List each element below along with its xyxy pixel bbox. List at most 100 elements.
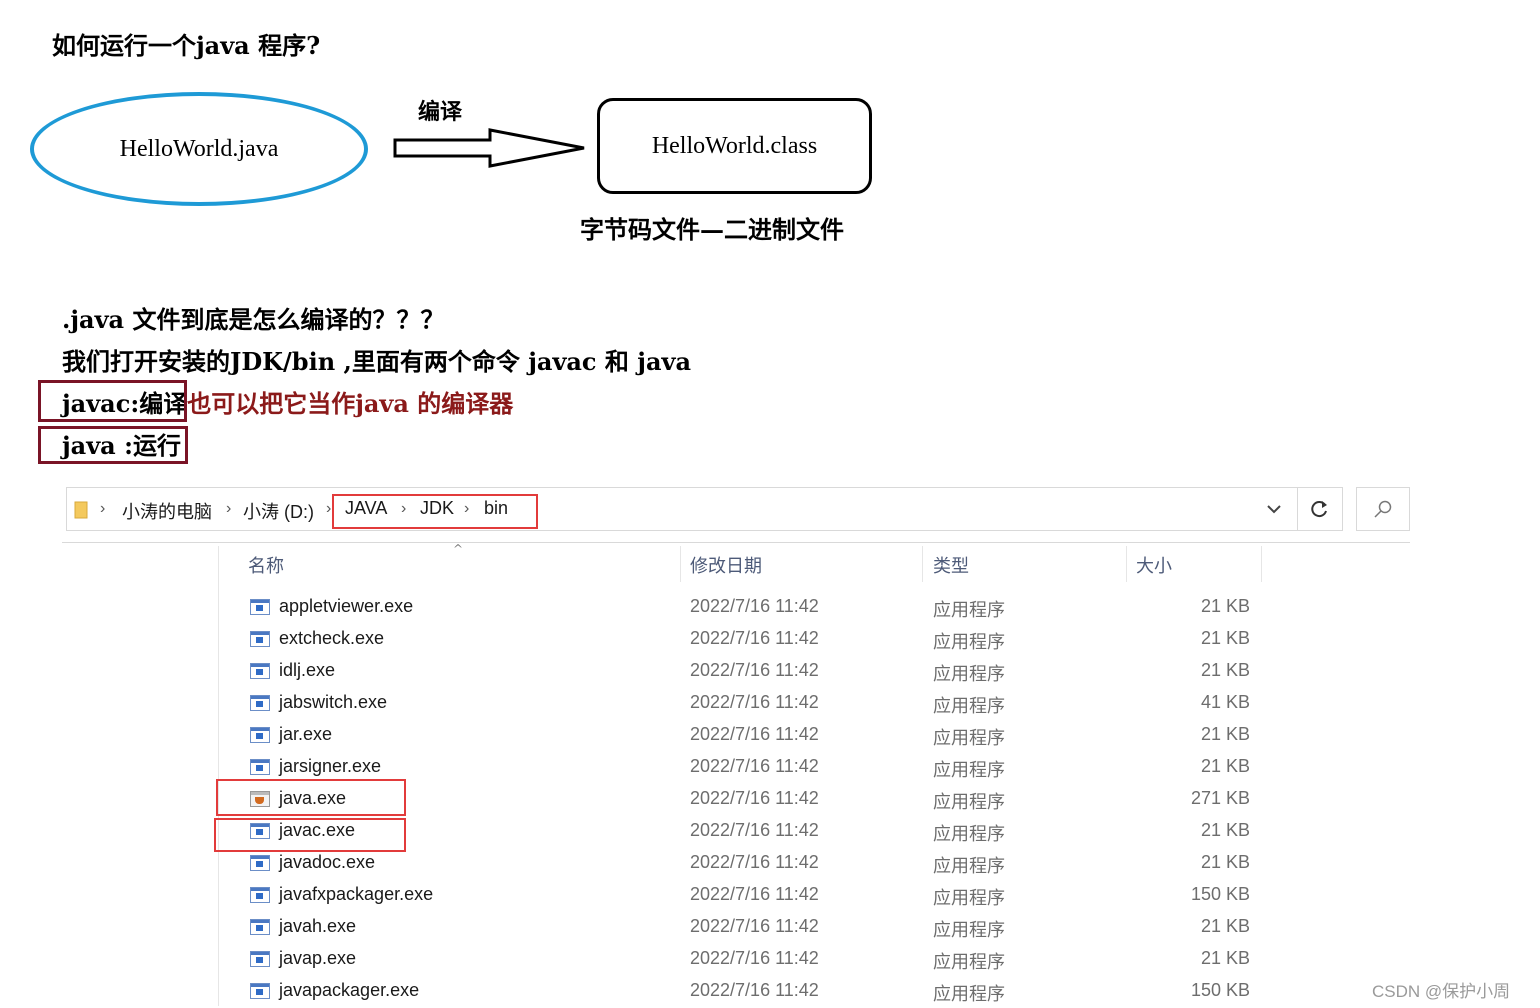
java-label-frame (38, 426, 188, 464)
page-title: 如何运行一个java 程序? (52, 31, 321, 60)
source-file-label: HelloWorld.java (119, 136, 279, 162)
file-date: 2022/7/16 11:42 (690, 660, 819, 680)
file-type: 应用程序 (933, 760, 1005, 780)
breadcrumb-this-pc[interactable]: 小涛的电脑 (122, 498, 212, 524)
compile-arrow-label: 编译 (418, 99, 463, 125)
exe-icon (250, 695, 270, 711)
column-header-date[interactable]: 修改日期 (690, 552, 762, 578)
file-size: 271 KB (1190, 788, 1250, 808)
file-date: 2022/7/16 11:42 (690, 948, 819, 968)
jdk-bin-note: 我们打开安装的JDK/bin ,里面有两个命令 javac 和 java (62, 347, 691, 376)
column-header-type[interactable]: 类型 (933, 552, 969, 578)
file-row[interactable]: idlj.exe 2022/7/16 11:42 应用程序 21 KB (248, 656, 1258, 688)
file-name: appletviewer.exe (279, 596, 414, 616)
file-name: javadoc.exe (279, 852, 376, 872)
file-date: 2022/7/16 11:42 (690, 852, 819, 872)
file-name: javah.exe (279, 916, 357, 936)
file-date: 2022/7/16 11:42 (690, 756, 819, 776)
javac-compiler-note: 也可以把它当作java 的编译器 (187, 389, 514, 418)
file-date: 2022/7/16 11:42 (690, 596, 819, 616)
search-button[interactable] (1356, 487, 1410, 531)
exe-icon (250, 855, 270, 871)
exe-icon (250, 887, 270, 903)
file-size: 21 KB (1200, 820, 1250, 840)
chevron-right-icon: › (100, 500, 106, 517)
file-date: 2022/7/16 11:42 (690, 724, 819, 744)
file-size: 150 KB (1190, 980, 1250, 1000)
file-name: jar.exe (279, 724, 333, 744)
file-name: idlj.exe (279, 660, 336, 680)
exe-icon (250, 919, 270, 935)
breadcrumb-drive[interactable]: 小涛 (D:) (243, 498, 314, 524)
file-row[interactable]: extcheck.exe 2022/7/16 11:42 应用程序 21 KB (248, 624, 1258, 656)
file-size: 21 KB (1200, 756, 1250, 776)
file-type: 应用程序 (933, 696, 1005, 716)
path-highlight-box (332, 494, 538, 529)
file-size: 21 KB (1200, 852, 1250, 872)
column-divider[interactable] (922, 546, 923, 582)
column-divider[interactable] (680, 546, 681, 582)
file-row[interactable]: javah.exe 2022/7/16 11:42 应用程序 21 KB (248, 912, 1258, 944)
file-row[interactable]: appletviewer.exe 2022/7/16 11:42 应用程序 21 KB (248, 592, 1258, 624)
bytecode-note: 字节码文件—二进制文件 (580, 215, 844, 244)
toolbar-divider (62, 542, 1410, 543)
column-divider[interactable] (1261, 546, 1262, 582)
search-icon (1374, 500, 1392, 518)
chevron-right-icon: › (226, 500, 232, 517)
file-date: 2022/7/16 11:42 (690, 820, 819, 840)
file-name: javap.exe (279, 948, 357, 968)
folder-icon (74, 501, 88, 519)
file-name: extcheck.exe (279, 628, 385, 648)
file-type: 应用程序 (933, 888, 1005, 908)
watermark: CSDN @保护小周 (1372, 982, 1511, 1001)
chevron-down-icon[interactable] (1266, 502, 1282, 516)
file-date: 2022/7/16 11:42 (690, 628, 819, 648)
file-size: 21 KB (1200, 596, 1250, 616)
java-exe-highlight-box (216, 779, 406, 816)
file-row[interactable]: javafxpackager.exe 2022/7/16 11:42 应用程序 150… (248, 880, 1258, 912)
exe-icon (250, 599, 270, 615)
exe-icon (250, 951, 270, 967)
column-header-size[interactable]: 大小 (1136, 552, 1172, 578)
sort-caret-icon: ^ (453, 542, 464, 556)
file-size: 21 KB (1200, 948, 1250, 968)
file-date: 2022/7/16 11:42 (690, 884, 819, 904)
file-name: jabswitch.exe (279, 692, 388, 712)
file-row[interactable]: jabswitch.exe 2022/7/16 11:42 应用程序 41 KB (248, 688, 1258, 720)
exe-icon (250, 983, 270, 999)
file-date: 2022/7/16 11:42 (690, 916, 819, 936)
file-row[interactable]: javapackager.exe 2022/7/16 11:42 应用程序 150 K… (248, 976, 1258, 1008)
javac-label-frame (38, 380, 187, 422)
file-row[interactable]: javap.exe 2022/7/16 11:42 应用程序 21 KB (248, 944, 1258, 976)
javac-exe-highlight-box (214, 818, 406, 852)
file-name: jarsigner.exe (279, 756, 382, 776)
file-type: 应用程序 (933, 920, 1005, 940)
file-size: 21 KB (1200, 724, 1250, 744)
file-name: javafxpackager.exe (279, 884, 434, 904)
file-size: 21 KB (1200, 628, 1250, 648)
file-type: 应用程序 (933, 728, 1005, 748)
column-divider[interactable] (1126, 546, 1127, 582)
refresh-button[interactable] (1297, 487, 1343, 531)
compile-question: .java 文件到底是怎么编译的？？？ (62, 305, 445, 334)
exe-icon (250, 727, 270, 743)
nav-pane-divider (218, 546, 219, 1006)
exe-icon (250, 759, 270, 775)
right-arrow-icon (393, 128, 585, 168)
file-row[interactable]: jar.exe 2022/7/16 11:42 应用程序 21 KB (248, 720, 1258, 752)
refresh-icon (1310, 501, 1327, 518)
file-size: 150 KB (1190, 884, 1250, 904)
file-name: javapackager.exe (279, 980, 420, 1000)
exe-icon (250, 663, 270, 679)
file-row[interactable]: javadoc.exe 2022/7/16 11:42 应用程序 21 KB (248, 848, 1258, 880)
file-type: 应用程序 (933, 856, 1005, 876)
class-file-label: HelloWorld.class (651, 133, 818, 159)
file-type: 应用程序 (933, 600, 1005, 620)
file-size: 21 KB (1200, 916, 1250, 936)
file-size: 41 KB (1200, 692, 1250, 712)
file-date: 2022/7/16 11:42 (690, 788, 819, 808)
column-header-name[interactable]: 名称 (248, 552, 284, 578)
exe-icon (250, 631, 270, 647)
file-type: 应用程序 (933, 952, 1005, 972)
file-type: 应用程序 (933, 984, 1005, 1004)
